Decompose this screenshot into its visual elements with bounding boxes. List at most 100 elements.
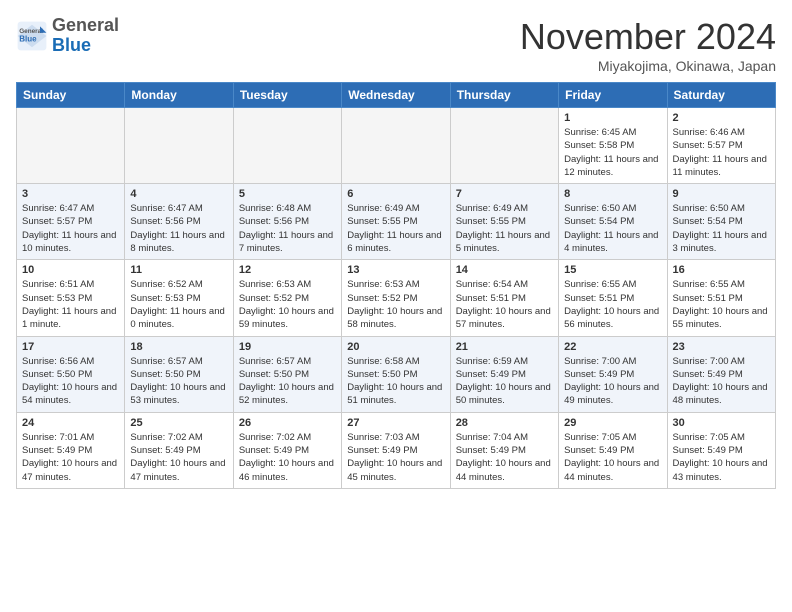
day-number: 12	[239, 264, 336, 276]
day-info: Sunrise: 7:02 AMSunset: 5:49 PMDaylight:…	[239, 431, 336, 484]
day-number: 24	[22, 417, 119, 429]
day-number: 16	[673, 264, 770, 276]
calendar-cell: 18 Sunrise: 6:57 AMSunset: 5:50 PMDayligh…	[125, 336, 233, 412]
weekday-header-friday: Friday	[559, 83, 667, 108]
calendar-cell	[125, 108, 233, 184]
day-number: 14	[456, 264, 553, 276]
weekday-header-saturday: Saturday	[667, 83, 775, 108]
calendar-week-2: 3Sunrise: 6:47 AMSunset: 5:57 PMDaylight…	[17, 184, 776, 260]
calendar-cell: 3Sunrise: 6:47 AMSunset: 5:57 PMDaylight…	[17, 184, 125, 260]
weekday-header-thursday: Thursday	[450, 83, 558, 108]
day-info: Sunrise: 6:55 AMSunset: 5:51 PMDaylight:…	[564, 278, 661, 331]
day-info: Sunrise: 7:03 AMSunset: 5:49 PMDaylight:…	[347, 431, 444, 484]
day-number: 29	[564, 417, 661, 429]
day-info: Sunrise: 6:59 AMSunset: 5:49 PMDaylight:…	[456, 355, 553, 408]
calendar-cell	[17, 108, 125, 184]
calendar-cell: 30 Sunrise: 7:05 AMSunset: 5:49 PMDayligh…	[667, 412, 775, 488]
calendar-cell: 23 Sunrise: 7:00 AMSunset: 5:49 PMDayligh…	[667, 336, 775, 412]
day-number: 11	[130, 264, 227, 276]
calendar-cell: 13 Sunrise: 6:53 AMSunset: 5:52 PMDayligh…	[342, 260, 450, 336]
day-info: Sunrise: 7:05 AMSunset: 5:49 PMDaylight:…	[564, 431, 661, 484]
day-number: 13	[347, 264, 444, 276]
logo-icon: General Blue	[16, 20, 48, 52]
day-number: 30	[673, 417, 770, 429]
day-info: Sunrise: 6:49 AMSunset: 5:55 PMDaylight:…	[347, 202, 444, 255]
day-info: Sunrise: 6:54 AMSunset: 5:51 PMDaylight:…	[456, 278, 553, 331]
day-number: 18	[130, 341, 227, 353]
logo: General Blue General Blue	[16, 16, 119, 56]
day-info: Sunrise: 6:55 AMSunset: 5:51 PMDaylight:…	[673, 278, 770, 331]
day-info: Sunrise: 6:51 AMSunset: 5:53 PMDaylight:…	[22, 278, 119, 331]
calendar-week-1: 1 Sunrise: 6:45 AMSunset: 5:58 PMDaylight…	[17, 108, 776, 184]
day-info: Sunrise: 6:45 AMSunset: 5:58 PMDaylight:…	[564, 126, 661, 179]
calendar-cell: 9 Sunrise: 6:50 AMSunset: 5:54 PMDaylight…	[667, 184, 775, 260]
svg-text:General: General	[19, 28, 43, 35]
calendar-cell: 17Sunrise: 6:56 AMSunset: 5:50 PMDayligh…	[17, 336, 125, 412]
day-number: 21	[456, 341, 553, 353]
day-number: 6	[347, 188, 444, 200]
day-info: Sunrise: 6:50 AMSunset: 5:54 PMDaylight:…	[564, 202, 661, 255]
day-number: 3	[22, 188, 119, 200]
calendar-cell: 24 Sunrise: 7:01 AMSunset: 5:49 PMDayligh…	[17, 412, 125, 488]
calendar-cell: 29 Sunrise: 7:05 AMSunset: 5:49 PMDayligh…	[559, 412, 667, 488]
calendar-cell: 1 Sunrise: 6:45 AMSunset: 5:58 PMDaylight…	[559, 108, 667, 184]
day-info: Sunrise: 6:56 AMSunset: 5:50 PMDaylight:…	[22, 355, 119, 408]
day-number: 10	[22, 264, 119, 276]
calendar-cell: 11 Sunrise: 6:52 AMSunset: 5:53 PMDayligh…	[125, 260, 233, 336]
day-number: 25	[130, 417, 227, 429]
day-info: Sunrise: 7:00 AMSunset: 5:49 PMDaylight:…	[673, 355, 770, 408]
day-info: Sunrise: 6:47 AMSunset: 5:56 PMDaylight:…	[130, 202, 227, 255]
month-title: November 2024	[520, 16, 776, 58]
day-number: 28	[456, 417, 553, 429]
weekday-header-wednesday: Wednesday	[342, 83, 450, 108]
day-info: Sunrise: 6:57 AMSunset: 5:50 PMDaylight:…	[130, 355, 227, 408]
calendar-cell: 26Sunrise: 7:02 AMSunset: 5:49 PMDayligh…	[233, 412, 341, 488]
day-number: 15	[564, 264, 661, 276]
day-number: 2	[673, 112, 770, 124]
calendar-table: SundayMondayTuesdayWednesdayThursdayFrid…	[16, 82, 776, 489]
calendar-cell: 22 Sunrise: 7:00 AMSunset: 5:49 PMDayligh…	[559, 336, 667, 412]
calendar-cell: 14 Sunrise: 6:54 AMSunset: 5:51 PMDayligh…	[450, 260, 558, 336]
calendar-cell: 21 Sunrise: 6:59 AMSunset: 5:49 PMDayligh…	[450, 336, 558, 412]
day-info: Sunrise: 7:01 AMSunset: 5:49 PMDaylight:…	[22, 431, 119, 484]
calendar-cell: 19Sunrise: 6:57 AMSunset: 5:50 PMDayligh…	[233, 336, 341, 412]
day-info: Sunrise: 6:50 AMSunset: 5:54 PMDaylight:…	[673, 202, 770, 255]
calendar-cell: 10 Sunrise: 6:51 AMSunset: 5:53 PMDayligh…	[17, 260, 125, 336]
logo-text: General Blue	[52, 16, 119, 56]
calendar-cell: 20 Sunrise: 6:58 AMSunset: 5:50 PMDayligh…	[342, 336, 450, 412]
calendar-cell: 15 Sunrise: 6:55 AMSunset: 5:51 PMDayligh…	[559, 260, 667, 336]
day-info: Sunrise: 6:58 AMSunset: 5:50 PMDaylight:…	[347, 355, 444, 408]
weekday-header-monday: Monday	[125, 83, 233, 108]
day-info: Sunrise: 6:53 AMSunset: 5:52 PMDaylight:…	[347, 278, 444, 331]
calendar-cell: 25 Sunrise: 7:02 AMSunset: 5:49 PMDayligh…	[125, 412, 233, 488]
calendar-cell: 27Sunrise: 7:03 AMSunset: 5:49 PMDayligh…	[342, 412, 450, 488]
calendar-cell: 2Sunrise: 6:46 AMSunset: 5:57 PMDaylight…	[667, 108, 775, 184]
day-info: Sunrise: 6:49 AMSunset: 5:55 PMDaylight:…	[456, 202, 553, 255]
day-number: 4	[130, 188, 227, 200]
day-info: Sunrise: 7:02 AMSunset: 5:49 PMDaylight:…	[130, 431, 227, 484]
calendar-week-4: 17Sunrise: 6:56 AMSunset: 5:50 PMDayligh…	[17, 336, 776, 412]
calendar-cell	[342, 108, 450, 184]
day-number: 5	[239, 188, 336, 200]
calendar-header-row: SundayMondayTuesdayWednesdayThursdayFrid…	[17, 83, 776, 108]
calendar-cell: 5 Sunrise: 6:48 AMSunset: 5:56 PMDaylight…	[233, 184, 341, 260]
page-header: General Blue General Blue November 2024 …	[16, 16, 776, 74]
calendar-cell	[450, 108, 558, 184]
calendar-cell: 12 Sunrise: 6:53 AMSunset: 5:52 PMDayligh…	[233, 260, 341, 336]
day-number: 23	[673, 341, 770, 353]
day-info: Sunrise: 7:00 AMSunset: 5:49 PMDaylight:…	[564, 355, 661, 408]
day-info: Sunrise: 6:48 AMSunset: 5:56 PMDaylight:…	[239, 202, 336, 255]
calendar-cell: 8Sunrise: 6:50 AMSunset: 5:54 PMDaylight…	[559, 184, 667, 260]
day-info: Sunrise: 7:05 AMSunset: 5:49 PMDaylight:…	[673, 431, 770, 484]
day-number: 1	[564, 112, 661, 124]
day-number: 7	[456, 188, 553, 200]
day-info: Sunrise: 6:53 AMSunset: 5:52 PMDaylight:…	[239, 278, 336, 331]
day-number: 22	[564, 341, 661, 353]
calendar-cell: 4 Sunrise: 6:47 AMSunset: 5:56 PMDaylight…	[125, 184, 233, 260]
day-info: Sunrise: 6:52 AMSunset: 5:53 PMDaylight:…	[130, 278, 227, 331]
day-number: 20	[347, 341, 444, 353]
day-number: 19	[239, 341, 336, 353]
day-number: 9	[673, 188, 770, 200]
calendar-cell	[233, 108, 341, 184]
day-info: Sunrise: 7:04 AMSunset: 5:49 PMDaylight:…	[456, 431, 553, 484]
